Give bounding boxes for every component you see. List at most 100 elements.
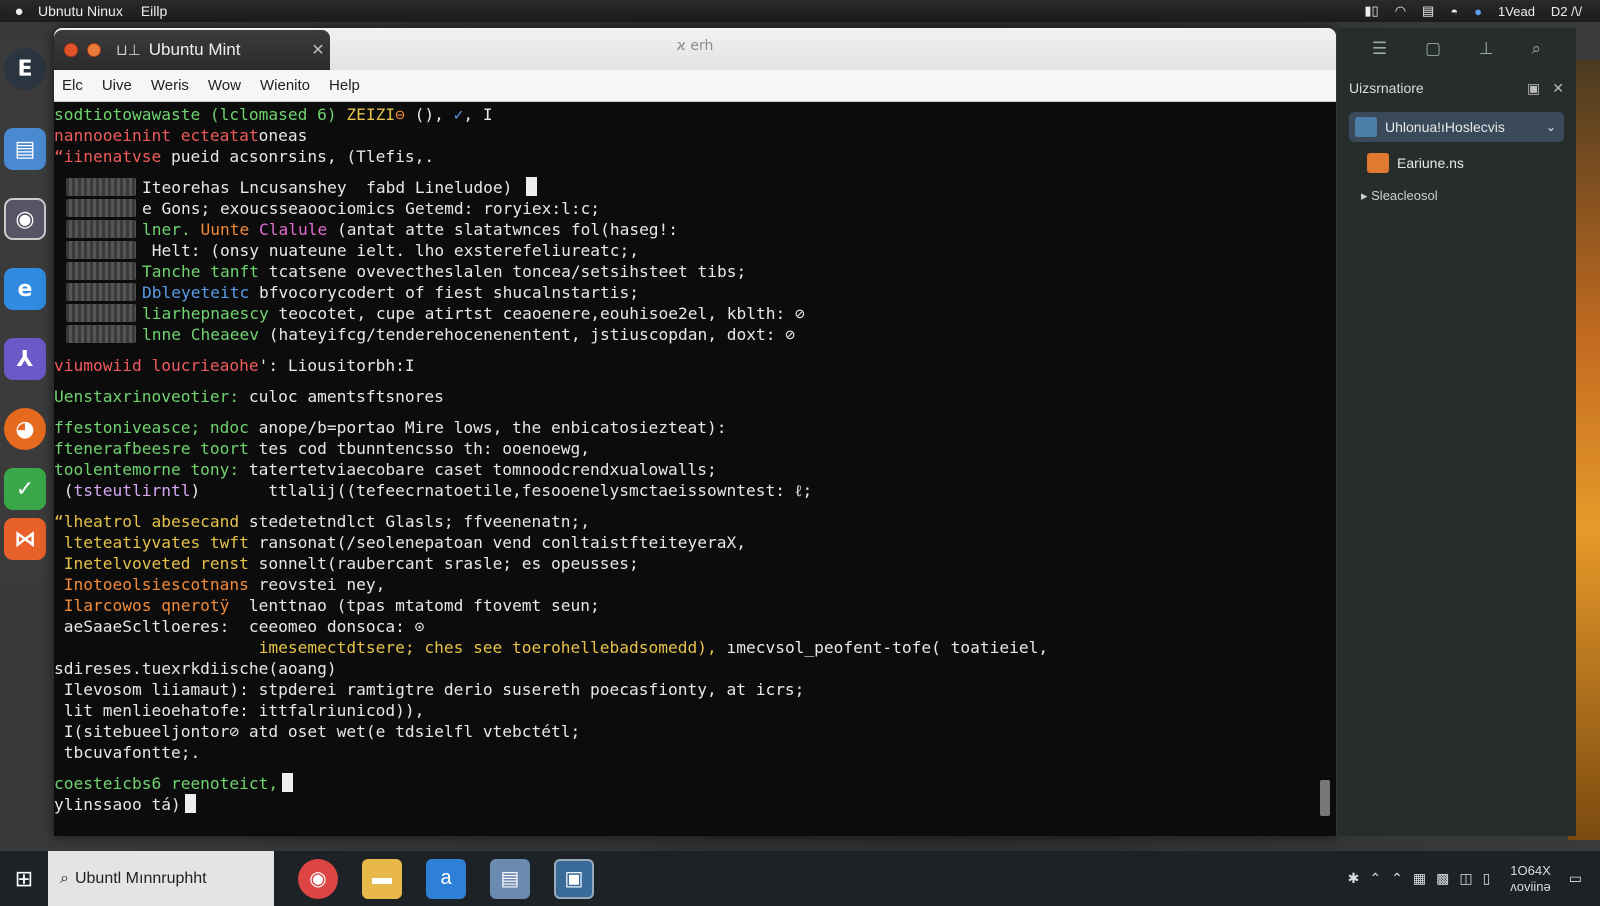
maximize-icon[interactable]: ▣ <box>1527 80 1540 97</box>
terminal-text: ittfalriunicod)), <box>248 701 425 720</box>
network-icon[interactable]: ▩ <box>1436 870 1449 887</box>
menu-file[interactable]: Elc <box>62 77 83 94</box>
terminal-line: e Gons; exoucsseaoociomics Getemd: ror yi… <box>54 198 1336 219</box>
topbar-menu-app[interactable]: Ubnutu Ninux <box>38 3 123 19</box>
terminal-text: nuateune ielt. lho exsterefeliureatc;, <box>258 241 640 260</box>
folder-icon[interactable]: ▬ <box>362 858 402 899</box>
terminal-tab[interactable]: ⊔⊥ Ubuntu Mint ✕ <box>54 30 330 70</box>
terminal-text: liarhepnaescy <box>142 304 269 323</box>
pin-icon[interactable]: ⊥ <box>1479 39 1494 59</box>
terminal-line: I(sitebueeljontor⊘ atd oset wet(e tdsiel… <box>54 721 1336 742</box>
volume-icon[interactable]: ◫ <box>1459 870 1472 887</box>
browser-icon[interactable]: e <box>4 268 46 310</box>
terminal-text: atd oset wet(e tdsielfl vtebctétl; <box>239 722 581 741</box>
chrome-icon[interactable]: ◉ <box>298 858 338 899</box>
redacted-block <box>66 262 136 280</box>
text-cursor <box>526 177 538 196</box>
launcher-icon[interactable]: Ε <box>4 48 46 90</box>
list-icon[interactable]: ☰ <box>1372 39 1387 59</box>
terminal-text: Ilarcowos qnerotÿ <box>54 596 230 615</box>
info-icon[interactable]: ● <box>1474 4 1482 19</box>
firefox-icon[interactable]: ◕ <box>4 408 46 450</box>
terminal-line: Helt: (onsy nuateune ielt. lho exsterefe… <box>54 240 1336 261</box>
redacted-block <box>66 199 136 217</box>
terminal-text: lner. <box>142 220 201 239</box>
terminal-line: Dbleyeteitc bfvocorycodert of fiest shuc… <box>54 282 1336 303</box>
dock: Ε ▤ ◉ e ⅄ ◕ ✓ ⋈ <box>0 40 50 580</box>
redacted-block <box>66 178 136 196</box>
terminal-text: Inotoeolsiescotnans <box>54 575 249 594</box>
text-cursor <box>184 794 196 813</box>
tasks-icon[interactable]: ✓ <box>4 468 46 510</box>
side-section[interactable]: ▸ Sleacleosol <box>1361 188 1576 204</box>
window-title: ϰ erh <box>676 38 714 54</box>
search-icon: ⌕ <box>60 869 69 887</box>
terminal-text: (), <box>404 105 454 124</box>
terminal-text: tes cod tbunntencsso th: ooenoewg, <box>248 439 591 458</box>
terminal-text: Inetelvoveted renst <box>54 554 249 573</box>
menu-help[interactable]: Help <box>329 77 360 94</box>
side-item-second[interactable]: Eariune.ns <box>1349 148 1564 178</box>
notifications-icon[interactable]: ▭ <box>1569 870 1582 887</box>
terminal-line: Uenstaxrinoveotier: culoc amentsftsnores <box>54 386 1336 407</box>
clock-time[interactable]: 1Vead <box>1498 4 1535 19</box>
apple-logo-icon[interactable]: ● <box>0 3 38 20</box>
terminal-text: sdireses.tuexrkdiische(aoang) <box>54 659 337 678</box>
display-icon[interactable]: ▤ <box>1422 3 1434 19</box>
window-icon[interactable]: ▢ <box>1425 39 1441 59</box>
chevron-down-icon[interactable]: ⌄ <box>1546 120 1556 134</box>
battery-icon[interactable]: ▮▯ <box>1364 3 1378 19</box>
terminal-line: (tsteutlirntl) ttlalij((tefeecrnatoetile… <box>54 480 1336 501</box>
apps-icon[interactable]: ⅄ <box>4 338 46 380</box>
menu-edit[interactable]: Uive <box>102 77 132 94</box>
window-titlebar[interactable]: ⊔⊥ Ubuntu Mint ✕ ϰ erh <box>54 28 1336 70</box>
search-icon[interactable]: ⌕ <box>1532 39 1542 59</box>
terminal-text: “iinenatvse <box>54 147 162 166</box>
terminal-text: teocotet, cupe atirtst ceaoenere,eouhiso… <box>268 304 805 323</box>
text-cursor <box>282 773 294 792</box>
topbar-menu-help[interactable]: Eillp <box>141 3 167 19</box>
terminal-line: Tanche tanft tcatsene ovevectheslalen to… <box>54 261 1336 282</box>
menu-view[interactable]: Weris <box>151 77 189 94</box>
minimize-window-button[interactable] <box>87 43 101 57</box>
store-icon[interactable]: a <box>426 858 466 899</box>
terminal-text: nannooeinint ecteatat <box>54 126 259 145</box>
terminal-text: Clalule <box>258 220 328 239</box>
terminal-text: ( <box>54 481 74 500</box>
presentation-icon[interactable]: ⋈ <box>4 518 46 560</box>
side-item-label: Eariune.ns <box>1397 155 1464 171</box>
chevron-up-icon[interactable]: ⌃ <box>1391 870 1403 887</box>
close-tab-icon[interactable]: ✕ <box>306 40 330 60</box>
terminal-text: ✓ <box>453 105 464 124</box>
clock-time: 1O64X <box>1510 862 1551 878</box>
battery-icon[interactable]: ▯ <box>1483 870 1491 887</box>
terminal-text: ceeomeo donsoca: ⊙ <box>229 617 425 636</box>
close-icon[interactable]: ✕ <box>1552 80 1564 97</box>
files-icon[interactable]: ▤ <box>4 128 46 170</box>
network-icon[interactable]: ◓ <box>1450 4 1458 19</box>
document-icon[interactable]: ▤ <box>490 858 530 899</box>
menu-terminal[interactable]: Wienito <box>260 77 310 94</box>
terminal-text: sonnelt(raubercant srasle; es opeusses; <box>248 554 639 573</box>
close-window-button[interactable] <box>64 43 78 57</box>
wifi-icon[interactable]: ◠ <box>1395 3 1406 19</box>
terminal-output[interactable]: sodtiotowawaste (lclomased 6) ZEIZI ⊖ (),… <box>54 102 1336 836</box>
terminal-text: Helt: (onsy <box>142 241 259 260</box>
terminal-text: imesemectdtsere; ches see toerohellebads… <box>54 638 717 657</box>
keyboard-icon[interactable]: ▦ <box>1413 870 1426 887</box>
menu-search[interactable]: Wow <box>208 77 241 94</box>
terminal-line: “lheatrol abesecand stedetetndlct Glasls… <box>54 511 1336 532</box>
window-app-icon[interactable]: ▣ <box>554 858 594 899</box>
tab-title: Ubuntu Mint <box>148 40 241 59</box>
puzzle-icon[interactable]: ✱ <box>1348 870 1360 887</box>
clock-date[interactable]: D2 /\/ <box>1551 4 1582 19</box>
scrollbar-thumb[interactable] <box>1320 780 1330 816</box>
side-panel: ☰ ▢ ⊥ ⌕ Uizsrnatiore ▣ ✕ Uhlonua!ıHoslec… <box>1336 28 1576 836</box>
taskbar-active-app[interactable]: ⌕ Ubuntl Mınnruphht <box>48 851 274 906</box>
windows-start-icon[interactable]: ⊞ <box>0 851 48 906</box>
camera-icon[interactable]: ◉ <box>4 198 46 240</box>
taskbar-clock[interactable]: 1O64X ʌoviinə <box>1510 863 1550 895</box>
side-item-selected[interactable]: Uhlonua!ıHoslecvis ⌄ <box>1349 112 1564 142</box>
chevron-up-icon[interactable]: ⌃ <box>1369 870 1381 887</box>
terminal-line: Iteorehas Lncusanshey fabd Lineludoe) <box>54 177 1336 198</box>
